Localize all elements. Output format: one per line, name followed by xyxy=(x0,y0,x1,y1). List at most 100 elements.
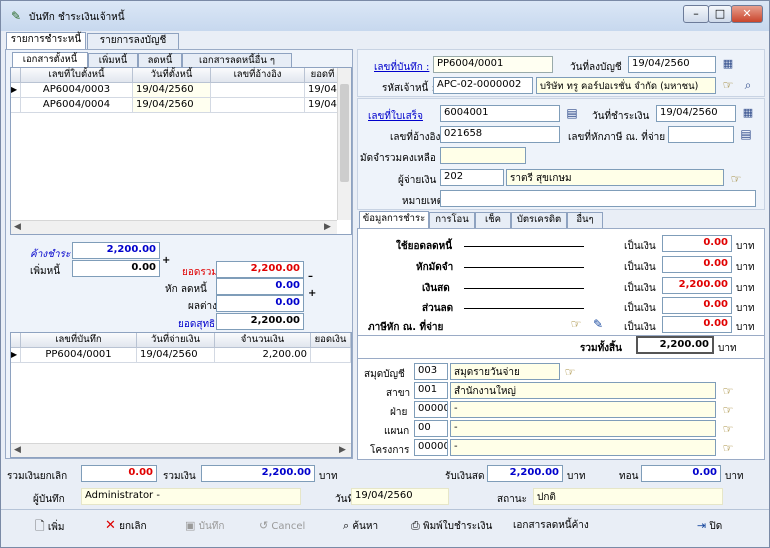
print-button[interactable]: ⎙ พิมพ์ใบชำระเงิน xyxy=(411,517,492,537)
col-header[interactable]: ยอดที่อ้างอิง xyxy=(305,68,341,83)
calendar-icon[interactable]: ▦ xyxy=(720,56,736,72)
lookup-icon[interactable]: ☞ xyxy=(720,421,736,437)
journal-name-field[interactable]: สมุดรายวันจ่าย xyxy=(450,363,560,380)
wht-doc-icon[interactable]: ▤ xyxy=(738,126,754,142)
table-cell[interactable]: 19/04/ xyxy=(305,98,341,113)
tab-payment-info[interactable]: ข้อมูลการชำระ xyxy=(359,211,429,229)
owed-field[interactable]: 2,200.00 xyxy=(72,242,160,259)
col-header[interactable]: วันที่จ่ายเงิน xyxy=(137,333,215,348)
branch-code-field[interactable]: 001 xyxy=(414,382,448,399)
creditor-code-field[interactable]: APC-02-0000002 xyxy=(433,77,533,94)
add-debt-field[interactable]: 0.00 xyxy=(72,260,160,277)
pay-date-field[interactable]: 19/04/2560 xyxy=(656,105,736,122)
void-button[interactable]: ✕ ยกเลิก xyxy=(105,517,147,537)
department-name-field[interactable]: - xyxy=(450,420,716,437)
save-button[interactable]: ▣ บันทึก xyxy=(185,517,224,537)
tab-transfer[interactable]: การโอน xyxy=(429,212,475,228)
receipt-no-field[interactable]: 6004001 xyxy=(440,105,560,122)
search-button[interactable]: ⌕ ค้นหา xyxy=(343,517,378,537)
creditor-name-field[interactable]: บริษัท ทรู คอร์ปอเรชั่น จำกัด (มหาชน) xyxy=(536,77,716,94)
discount-field[interactable]: 0.00 xyxy=(662,297,732,314)
table-cell[interactable]: AP6004/0004 xyxy=(21,98,133,113)
table-cell[interactable]: 19/04/2560 xyxy=(133,98,211,113)
scroll-left-icon[interactable]: ◀ xyxy=(14,222,21,232)
cash-received-field[interactable]: 2,200.00 xyxy=(487,465,563,482)
tab-other[interactable]: อื่นๆ xyxy=(567,212,603,228)
branch-name-field[interactable]: สำนักงานใหญ่ xyxy=(450,382,716,399)
journal-code-field[interactable]: 003 xyxy=(414,363,448,380)
note-field[interactable] xyxy=(440,190,756,207)
table-cell[interactable] xyxy=(211,83,305,98)
table-cell[interactable]: 2,200.00 xyxy=(215,348,311,363)
cancel-total-field[interactable]: 0.00 xyxy=(81,465,157,482)
tab-payment-items[interactable]: รายการชำระหนี้ xyxy=(6,32,86,50)
scroll-right-icon[interactable]: ▶ xyxy=(339,445,346,455)
table-cell[interactable]: 19/04/2560 xyxy=(137,348,215,363)
division-code-field[interactable]: 00000 xyxy=(414,401,448,418)
search-doc-icon[interactable]: ⌕ xyxy=(740,77,756,93)
wht-amount-field[interactable]: 0.00 xyxy=(662,316,732,333)
wht-no-field[interactable] xyxy=(668,126,734,143)
lookup-icon[interactable]: ☞ xyxy=(728,171,744,187)
exit-button[interactable]: ⇥ ปิด xyxy=(697,517,722,537)
horizontal-scrollbar[interactable]: ◀ ▶ xyxy=(11,443,351,457)
minimize-button[interactable]: – xyxy=(683,5,709,23)
cash-field[interactable]: 2,200.00 xyxy=(662,277,732,294)
horizontal-scrollbar[interactable]: ◀ ▶ xyxy=(11,220,337,234)
receipt-doc-icon[interactable]: ▤ xyxy=(564,105,580,121)
table-cell[interactable] xyxy=(211,98,305,113)
payer-code-field[interactable]: 202 xyxy=(440,169,504,186)
post-date-field[interactable]: 19/04/2560 xyxy=(628,56,716,73)
lookup-icon[interactable]: ☞ xyxy=(720,440,736,456)
add-button[interactable]: 🗋 เพิ่ม xyxy=(35,517,64,537)
lookup-icon[interactable]: ☞ xyxy=(720,402,736,418)
ref-field[interactable]: 021658 xyxy=(440,126,560,143)
calendar-icon[interactable]: ▦ xyxy=(740,105,756,121)
lookup-icon[interactable]: ☞ xyxy=(720,383,736,399)
tab-cheque[interactable]: เช็ค xyxy=(475,212,511,228)
deposit-field[interactable] xyxy=(440,147,526,164)
payer-name-field[interactable]: ราตรี สุขเกษม xyxy=(506,169,724,186)
table-cell[interactable]: PP6004/0001 xyxy=(21,348,137,363)
record-no-field[interactable]: PP6004/0001 xyxy=(433,56,553,73)
table-cell[interactable]: 19/04/2560 xyxy=(133,83,211,98)
total-field[interactable]: 2,200.00 xyxy=(216,261,304,278)
division-name-field[interactable]: - xyxy=(450,401,716,418)
tab-credit-card[interactable]: บัตรเครดิต xyxy=(511,212,567,228)
tab-add-debt[interactable]: เพิ่มหนี้ xyxy=(88,53,138,67)
col-header[interactable]: เลขที่ใบตั้งหนี้ xyxy=(21,68,133,83)
tab-reduce-debt[interactable]: ลดหนี้ xyxy=(138,53,182,67)
col-header[interactable]: เลขที่บันทึก xyxy=(21,333,137,348)
lookup-icon[interactable]: ☞ xyxy=(720,77,736,93)
edit-pen-icon[interactable]: ✎ xyxy=(590,316,606,332)
tab-ledger-items[interactable]: รายการลงบัญชี xyxy=(87,33,179,49)
maximize-button[interactable]: □ xyxy=(708,5,732,23)
credit-used-field[interactable]: 0.00 xyxy=(662,235,732,252)
table-cell[interactable] xyxy=(311,348,351,363)
sum-field[interactable]: 2,200.00 xyxy=(201,465,315,482)
change-field[interactable]: 0.00 xyxy=(641,465,721,482)
lookup-icon[interactable]: ☞ xyxy=(562,364,578,380)
vertical-scrollbar[interactable] xyxy=(337,68,351,220)
scroll-right-icon[interactable]: ▶ xyxy=(324,222,331,232)
tab-other-reduce[interactable]: เอกสารลดหนี้อื่น ๆ xyxy=(182,53,292,67)
scroll-thumb[interactable] xyxy=(340,84,349,182)
cancel-button[interactable]: ↺ Cancel xyxy=(259,517,305,537)
table-cell[interactable]: 19/04/ xyxy=(305,83,341,98)
project-code-field[interactable]: 00000 xyxy=(414,439,448,456)
scroll-left-icon[interactable]: ◀ xyxy=(14,445,21,455)
deposit-deduct-field[interactable]: 0.00 xyxy=(662,256,732,273)
col-header[interactable]: จำนวนเงิน xyxy=(215,333,311,348)
diff-field[interactable]: 0.00 xyxy=(216,295,304,312)
grand-total-field[interactable]: 2,200.00 xyxy=(636,336,714,354)
project-name-field[interactable]: - xyxy=(450,439,716,456)
col-header[interactable]: เลขที่อ้างอิง xyxy=(211,68,305,83)
col-header[interactable]: ยอดเงิน xyxy=(311,333,351,348)
tab-debt-docs[interactable]: เอกสารตั้งหนี้ xyxy=(12,52,88,67)
col-header[interactable]: วันที่ตั้งหนี้ xyxy=(133,68,211,83)
lookup-icon[interactable]: ☞ xyxy=(568,316,584,332)
deduct-field[interactable]: 0.00 xyxy=(216,278,304,295)
net-field[interactable]: 2,200.00 xyxy=(216,313,304,330)
pending-credit-button[interactable]: เอกสารลดหนี้ค้าง xyxy=(513,517,589,537)
close-window-button[interactable]: ✕ xyxy=(731,5,763,23)
